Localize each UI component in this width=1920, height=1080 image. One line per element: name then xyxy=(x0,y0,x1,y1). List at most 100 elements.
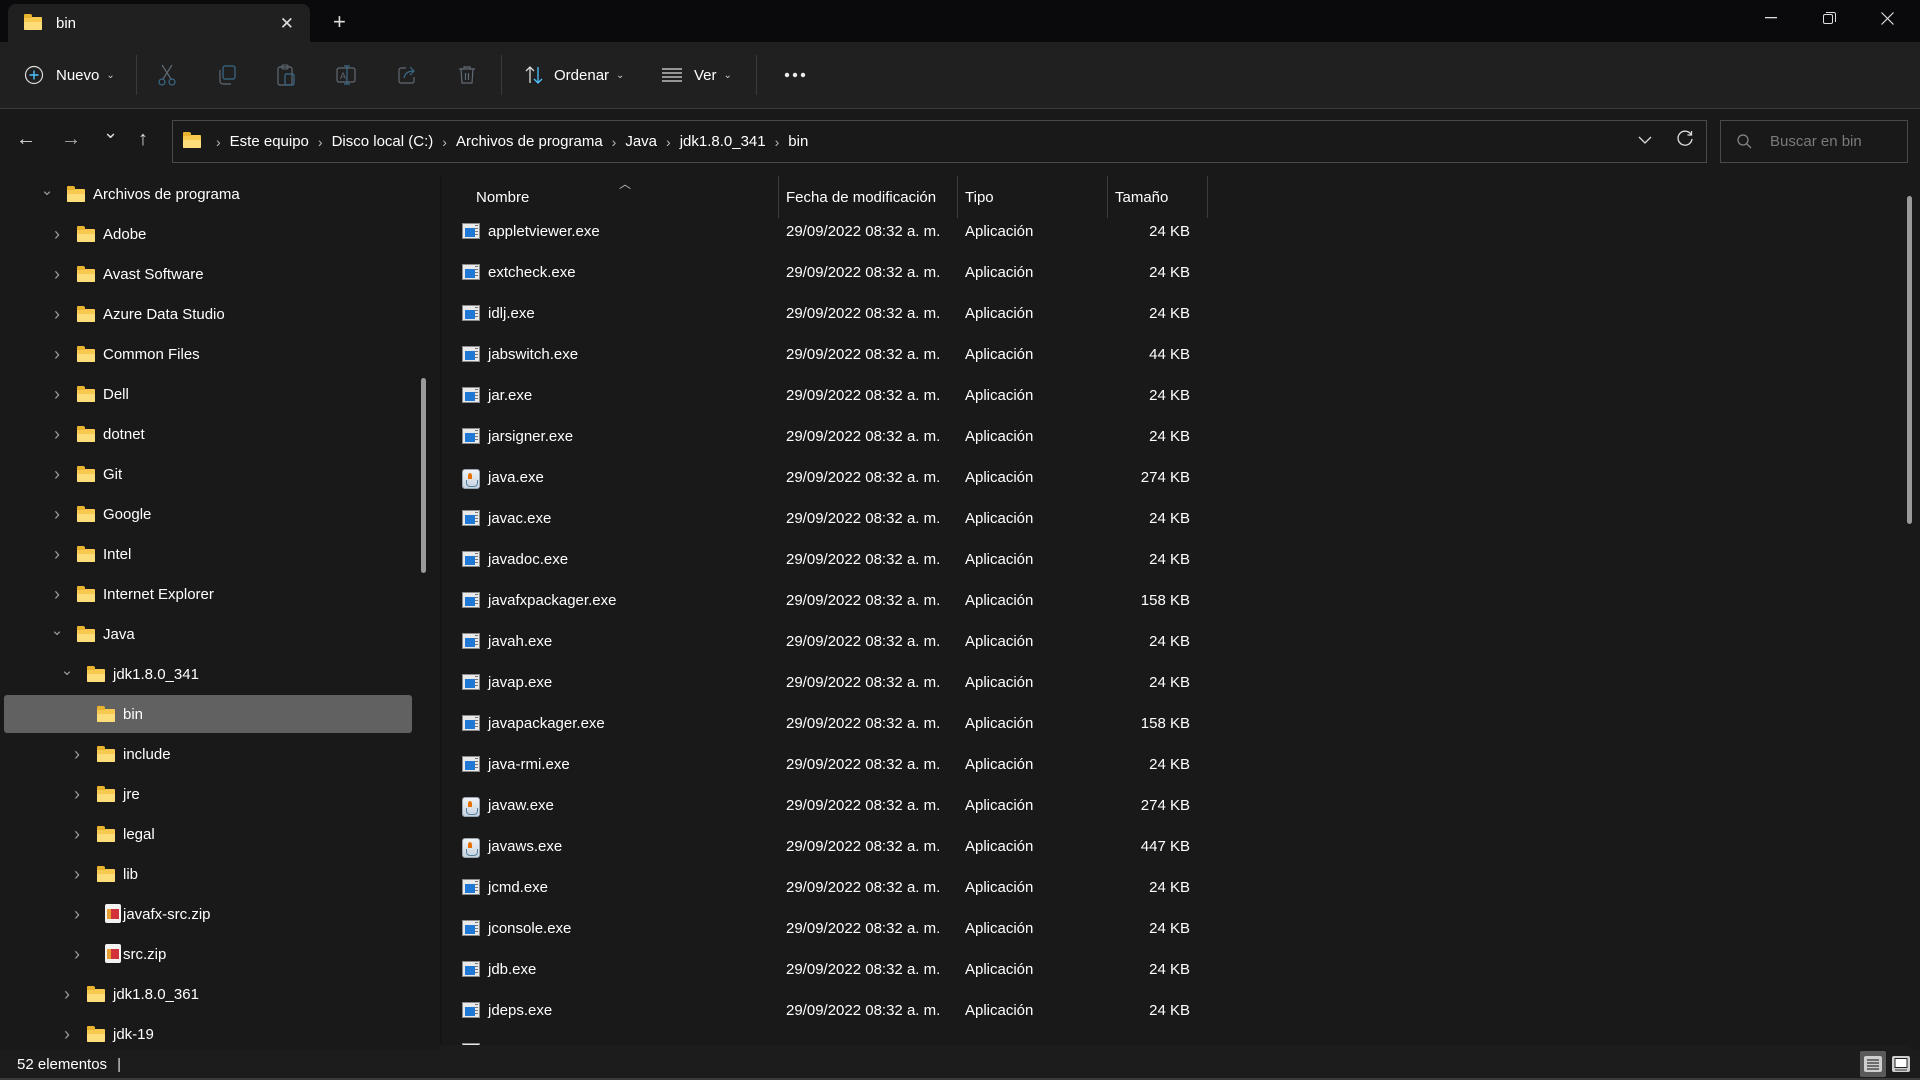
file-row[interactable]: javafxpackager.exe 29/09/2022 08:32 a. m.… xyxy=(450,581,1650,622)
file-list-scrollbar[interactable] xyxy=(1907,196,1912,524)
tree-item[interactable]: › Common Files xyxy=(4,335,412,373)
tree-item[interactable]: › Adobe xyxy=(4,215,412,253)
chevron-right-icon[interactable]: › xyxy=(50,584,64,605)
file-row[interactable]: jarsigner.exe 29/09/2022 08:32 a. m. Aplic… xyxy=(450,417,1650,458)
up-button[interactable]: ↑ xyxy=(138,128,148,151)
chevron-right-icon[interactable]: › xyxy=(70,744,84,765)
file-row[interactable]: javac.exe 29/09/2022 08:32 a. m. Aplicació… xyxy=(450,499,1650,540)
tree-item[interactable]: › Internet Explorer xyxy=(4,575,412,613)
chevron-right-icon[interactable]: › xyxy=(70,824,84,845)
tree-item[interactable]: › jre xyxy=(4,775,412,813)
file-row[interactable]: idlj.exe 29/09/2022 08:32 a. m. Aplicación… xyxy=(450,294,1650,335)
sort-button[interactable]: Ordenar ⌄ xyxy=(524,55,634,95)
tree-item[interactable]: › Azure Data Studio xyxy=(4,295,412,333)
minimize-button[interactable] xyxy=(1742,0,1800,36)
file-row[interactable]: javaw.exe 29/09/2022 08:32 a. m. Aplicació… xyxy=(450,786,1650,827)
file-row[interactable]: javah.exe 29/09/2022 08:32 a. m. Aplicació… xyxy=(450,622,1650,663)
file-row[interactable]: jconsole.exe 29/09/2022 08:32 a. m. Aplica… xyxy=(450,909,1650,950)
cut-button[interactable] xyxy=(137,55,197,95)
chevron-down-icon[interactable]: ⌄ xyxy=(50,621,64,639)
chevron-right-icon[interactable]: › xyxy=(50,304,64,325)
tree-item[interactable]: › dotnet xyxy=(4,415,412,453)
more-options-button[interactable] xyxy=(765,55,825,95)
chevron-right-icon[interactable]: › xyxy=(50,504,64,525)
search-input[interactable]: Buscar en bin xyxy=(1720,120,1908,163)
breadcrumb-bin[interactable]: bin xyxy=(788,133,808,150)
tree-item[interactable]: ⌄ jdk1.8.0_341 xyxy=(4,655,412,693)
tree-item[interactable]: › Avast Software xyxy=(4,255,412,293)
tree-item[interactable]: › include xyxy=(4,735,412,773)
tab-bin[interactable]: bin ✕ xyxy=(8,4,310,42)
details-view-button[interactable] xyxy=(1860,1051,1886,1077)
chevron-right-icon[interactable]: › xyxy=(70,904,84,925)
chevron-right-icon[interactable]: › xyxy=(60,984,74,1005)
chevron-right-icon[interactable]: › xyxy=(60,1024,74,1045)
chevron-right-icon[interactable]: › xyxy=(70,864,84,885)
file-row[interactable]: jcmd.exe 29/09/2022 08:32 a. m. Aplicación… xyxy=(450,868,1650,909)
tree-item[interactable]: › jdk-19 xyxy=(4,1015,412,1050)
tree-item[interactable]: › jdk1.8.0_361 xyxy=(4,975,412,1013)
breadcrumb-java[interactable]: Java xyxy=(625,133,657,150)
tree-item[interactable]: › javafx-src.zip xyxy=(4,895,412,933)
file-row[interactable]: jar.exe 29/09/2022 08:32 a. m. Aplicación 2… xyxy=(450,376,1650,417)
file-row[interactable]: javaws.exe 29/09/2022 08:32 a. m. Aplicaci… xyxy=(450,827,1650,868)
file-row[interactable]: jabswitch.exe 29/09/2022 08:32 a. m. Aplic… xyxy=(450,335,1650,376)
chevron-down-icon[interactable]: ⌄ xyxy=(60,661,74,679)
chevron-right-icon[interactable]: › xyxy=(50,344,64,365)
tree-item[interactable]: › legal xyxy=(4,815,412,853)
copy-button[interactable] xyxy=(197,55,257,95)
breadcrumb-disco-local[interactable]: Disco local (C:) xyxy=(332,133,434,150)
chevron-right-icon[interactable]: › xyxy=(50,384,64,405)
view-button[interactable]: Ver ⌄ xyxy=(662,55,742,95)
address-bar[interactable]: › Este equipo › Disco local (C:) › Archi… xyxy=(172,120,1707,163)
chevron-right-icon[interactable]: › xyxy=(50,464,64,485)
file-row[interactable]: javapackager.exe 29/09/2022 08:32 a. m. Ap… xyxy=(450,704,1650,745)
chevron-right-icon[interactable]: › xyxy=(50,224,64,245)
file-row[interactable]: jdb.exe 29/09/2022 08:32 a. m. Aplicación 2… xyxy=(450,950,1650,991)
close-window-button[interactable] xyxy=(1858,0,1916,36)
file-row[interactable]: javap.exe 29/09/2022 08:32 a. m. Aplicació… xyxy=(450,663,1650,704)
paste-button[interactable] xyxy=(257,55,317,95)
back-button[interactable]: ← xyxy=(16,128,36,151)
file-row[interactable]: java.exe 29/09/2022 08:32 a. m. Aplicación… xyxy=(450,458,1650,499)
restore-button[interactable] xyxy=(1800,0,1858,36)
new-button[interactable]: Nuevo ⌄ xyxy=(24,55,124,95)
chevron-right-icon[interactable]: › xyxy=(70,784,84,805)
share-button[interactable] xyxy=(377,55,437,95)
new-tab-button[interactable]: + xyxy=(333,9,346,35)
tree-item[interactable]: › Google xyxy=(4,495,412,533)
breadcrumb-este-equipo[interactable]: Este equipo xyxy=(230,133,309,150)
refresh-button[interactable] xyxy=(1676,130,1694,152)
large-icons-view-button[interactable] xyxy=(1888,1051,1914,1077)
breadcrumb-archivos-de-programa[interactable]: Archivos de programa xyxy=(456,133,603,150)
file-row[interactable]: appletviewer.exe 29/09/2022 08:32 a. m. Ap… xyxy=(450,212,1650,253)
address-history-button[interactable] xyxy=(1638,132,1652,149)
file-row[interactable]: javadoc.exe 29/09/2022 08:32 a. m. Aplicac… xyxy=(450,540,1650,581)
rename-button[interactable]: A xyxy=(317,55,377,95)
tree-item[interactable]: › Git xyxy=(4,455,412,493)
chevron-right-icon[interactable]: › xyxy=(50,424,64,445)
forward-button[interactable]: → xyxy=(61,128,81,151)
copy-icon xyxy=(219,65,236,85)
tree-item[interactable]: bin xyxy=(4,695,412,733)
chevron-right-icon[interactable]: › xyxy=(50,544,64,565)
tree-item[interactable]: › Dell xyxy=(4,375,412,413)
file-row[interactable]: java-rmi.exe 29/09/2022 08:32 a. m. Aplica… xyxy=(450,745,1650,786)
navigation-pane-scrollbar[interactable] xyxy=(421,378,426,573)
file-row[interactable]: extcheck.exe 29/09/2022 08:32 a. m. Aplica… xyxy=(450,253,1650,294)
tree-item[interactable]: ⌄ Java xyxy=(4,615,412,653)
delete-button[interactable] xyxy=(437,55,497,95)
file-row[interactable]: jdeps.exe 29/09/2022 08:32 a. m. Aplicació… xyxy=(450,991,1650,1032)
close-tab-button[interactable]: ✕ xyxy=(280,14,294,34)
application-icon xyxy=(462,879,480,895)
chevron-right-icon[interactable]: › xyxy=(70,944,84,965)
tree-item[interactable]: ⌄ Archivos de programa xyxy=(4,176,412,213)
recent-locations-button[interactable]: ⌄ xyxy=(103,122,118,143)
tree-item[interactable]: › Intel xyxy=(4,535,412,573)
cut-icon xyxy=(158,64,176,86)
chevron-right-icon[interactable]: › xyxy=(50,264,64,285)
tree-item[interactable]: › src.zip xyxy=(4,935,412,973)
tree-item[interactable]: › lib xyxy=(4,855,412,893)
breadcrumb-jdk[interactable]: jdk1.8.0_341 xyxy=(680,133,766,150)
chevron-down-icon[interactable]: ⌄ xyxy=(40,181,54,199)
